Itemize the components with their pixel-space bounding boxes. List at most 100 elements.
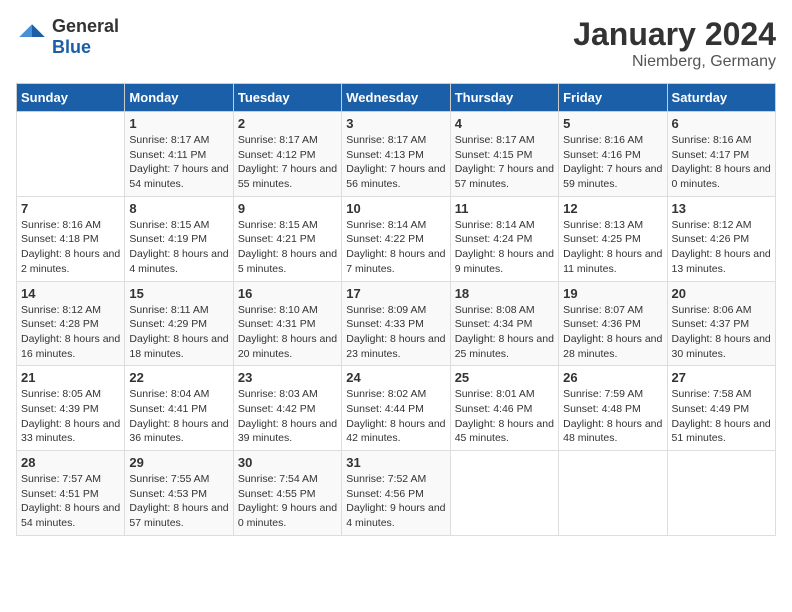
day-number: 22 — [129, 370, 228, 385]
calendar-cell: 11Sunrise: 8:14 AMSunset: 4:24 PMDayligh… — [450, 196, 558, 281]
calendar-cell: 22 Sunrise: 8:04 AMSunset: 4:41 PMDayligh… — [125, 366, 233, 451]
day-detail: Sunrise: 7:59 AMSunset: 4:48 PMDaylight:… — [563, 387, 662, 446]
day-header-monday: Monday — [125, 84, 233, 112]
day-detail: Sunrise: 8:15 AMSunset: 4:19 PMDaylight:… — [129, 218, 228, 277]
day-detail: Sunrise: 8:14 AMSunset: 4:24 PMDaylight:… — [455, 218, 554, 277]
day-number: 4 — [455, 116, 554, 131]
page-header: General Blue January 2024 Niemberg, Germ… — [16, 16, 776, 71]
calendar-cell: 18 Sunrise: 8:08 AMSunset: 4:34 PMDayligh… — [450, 281, 558, 366]
day-header-sunday: Sunday — [17, 84, 125, 112]
day-detail: Sunrise: 8:02 AMSunset: 4:44 PMDaylight:… — [346, 387, 445, 446]
calendar-cell — [450, 451, 558, 536]
day-detail: Sunrise: 7:52 AMSunset: 4:56 PMDaylight:… — [346, 472, 445, 531]
calendar-cell: 28 Sunrise: 7:57 AMSunset: 4:51 PMDayligh… — [17, 451, 125, 536]
day-detail: Sunrise: 8:12 AMSunset: 4:28 PMDaylight:… — [21, 303, 120, 362]
calendar-cell — [559, 451, 667, 536]
calendar-cell: 13Sunrise: 8:12 AMSunset: 4:26 PMDayligh… — [667, 196, 775, 281]
day-number: 24 — [346, 370, 445, 385]
calendar-cell: 31 Sunrise: 7:52 AMSunset: 4:56 PMDayligh… — [342, 451, 450, 536]
day-number: 16 — [238, 286, 337, 301]
day-number: 3 — [346, 116, 445, 131]
calendar-cell: 10Sunrise: 8:14 AMSunset: 4:22 PMDayligh… — [342, 196, 450, 281]
day-number: 18 — [455, 286, 554, 301]
day-detail: Sunrise: 8:16 AMSunset: 4:17 PMDaylight:… — [672, 133, 771, 192]
calendar-week-2: 7 Sunrise: 8:16 AMSunset: 4:18 PMDaylight… — [17, 196, 776, 281]
day-detail: Sunrise: 7:58 AMSunset: 4:49 PMDaylight:… — [672, 387, 771, 446]
calendar-cell: 24 Sunrise: 8:02 AMSunset: 4:44 PMDayligh… — [342, 366, 450, 451]
calendar-cell: 23Sunrise: 8:03 AMSunset: 4:42 PMDayligh… — [233, 366, 341, 451]
day-number: 19 — [563, 286, 662, 301]
calendar-cell: 21Sunrise: 8:05 AMSunset: 4:39 PMDayligh… — [17, 366, 125, 451]
day-detail: Sunrise: 8:09 AMSunset: 4:33 PMDaylight:… — [346, 303, 445, 362]
day-number: 6 — [672, 116, 771, 131]
day-header-tuesday: Tuesday — [233, 84, 341, 112]
day-number: 15 — [129, 286, 228, 301]
day-number: 9 — [238, 201, 337, 216]
calendar-cell: 27 Sunrise: 7:58 AMSunset: 4:49 PMDayligh… — [667, 366, 775, 451]
calendar-cell: 12 Sunrise: 8:13 AMSunset: 4:25 PMDayligh… — [559, 196, 667, 281]
day-detail: Sunrise: 8:12 AMSunset: 4:26 PMDaylight:… — [672, 218, 771, 277]
day-number: 21 — [21, 370, 120, 385]
day-detail: Sunrise: 8:17 AMSunset: 4:15 PMDaylight:… — [455, 133, 554, 192]
calendar-cell: 30 Sunrise: 7:54 AMSunset: 4:55 PMDayligh… — [233, 451, 341, 536]
calendar-table: SundayMondayTuesdayWednesdayThursdayFrid… — [16, 83, 776, 536]
day-detail: Sunrise: 8:06 AMSunset: 4:37 PMDaylight:… — [672, 303, 771, 362]
calendar-cell — [667, 451, 775, 536]
month-title: January 2024 — [573, 16, 776, 53]
calendar-cell: 4 Sunrise: 8:17 AMSunset: 4:15 PMDaylight… — [450, 112, 558, 197]
logo-icon — [16, 21, 48, 53]
day-detail: Sunrise: 8:17 AMSunset: 4:11 PMDaylight:… — [129, 133, 228, 192]
day-number: 27 — [672, 370, 771, 385]
day-detail: Sunrise: 8:10 AMSunset: 4:31 PMDaylight:… — [238, 303, 337, 362]
calendar-week-5: 28 Sunrise: 7:57 AMSunset: 4:51 PMDayligh… — [17, 451, 776, 536]
calendar-cell: 1 Sunrise: 8:17 AMSunset: 4:11 PMDaylight… — [125, 112, 233, 197]
day-number: 12 — [563, 201, 662, 216]
day-detail: Sunrise: 8:08 AMSunset: 4:34 PMDaylight:… — [455, 303, 554, 362]
day-header-friday: Friday — [559, 84, 667, 112]
day-number: 1 — [129, 116, 228, 131]
calendar-cell: 19 Sunrise: 8:07 AMSunset: 4:36 PMDayligh… — [559, 281, 667, 366]
day-detail: Sunrise: 8:15 AMSunset: 4:21 PMDaylight:… — [238, 218, 337, 277]
calendar-cell: 5 Sunrise: 8:16 AMSunset: 4:16 PMDaylight… — [559, 112, 667, 197]
title-block: January 2024 Niemberg, Germany — [573, 16, 776, 71]
calendar-cell: 26 Sunrise: 7:59 AMSunset: 4:48 PMDayligh… — [559, 366, 667, 451]
calendar-cell — [17, 112, 125, 197]
calendar-cell: 14Sunrise: 8:12 AMSunset: 4:28 PMDayligh… — [17, 281, 125, 366]
logo: General Blue — [16, 16, 119, 58]
day-detail: Sunrise: 8:16 AMSunset: 4:18 PMDaylight:… — [21, 218, 120, 277]
calendar-cell: 20 Sunrise: 8:06 AMSunset: 4:37 PMDayligh… — [667, 281, 775, 366]
calendar-week-3: 14Sunrise: 8:12 AMSunset: 4:28 PMDayligh… — [17, 281, 776, 366]
calendar-body: 1 Sunrise: 8:17 AMSunset: 4:11 PMDaylight… — [17, 112, 776, 536]
calendar-header-row: SundayMondayTuesdayWednesdayThursdayFrid… — [17, 84, 776, 112]
calendar-cell: 17 Sunrise: 8:09 AMSunset: 4:33 PMDayligh… — [342, 281, 450, 366]
calendar-cell: 15 Sunrise: 8:11 AMSunset: 4:29 PMDayligh… — [125, 281, 233, 366]
day-number: 28 — [21, 455, 120, 470]
day-number: 20 — [672, 286, 771, 301]
day-detail: Sunrise: 8:16 AMSunset: 4:16 PMDaylight:… — [563, 133, 662, 192]
calendar-cell: 29 Sunrise: 7:55 AMSunset: 4:53 PMDayligh… — [125, 451, 233, 536]
day-detail: Sunrise: 7:57 AMSunset: 4:51 PMDaylight:… — [21, 472, 120, 531]
calendar-cell: 9 Sunrise: 8:15 AMSunset: 4:21 PMDaylight… — [233, 196, 341, 281]
day-detail: Sunrise: 8:17 AMSunset: 4:12 PMDaylight:… — [238, 133, 337, 192]
day-number: 26 — [563, 370, 662, 385]
day-detail: Sunrise: 8:07 AMSunset: 4:36 PMDaylight:… — [563, 303, 662, 362]
day-number: 2 — [238, 116, 337, 131]
day-detail: Sunrise: 8:04 AMSunset: 4:41 PMDaylight:… — [129, 387, 228, 446]
calendar-cell: 2 Sunrise: 8:17 AMSunset: 4:12 PMDaylight… — [233, 112, 341, 197]
day-detail: Sunrise: 7:55 AMSunset: 4:53 PMDaylight:… — [129, 472, 228, 531]
day-number: 25 — [455, 370, 554, 385]
day-detail: Sunrise: 8:13 AMSunset: 4:25 PMDaylight:… — [563, 218, 662, 277]
day-detail: Sunrise: 7:54 AMSunset: 4:55 PMDaylight:… — [238, 472, 337, 531]
day-number: 30 — [238, 455, 337, 470]
day-detail: Sunrise: 8:01 AMSunset: 4:46 PMDaylight:… — [455, 387, 554, 446]
day-header-thursday: Thursday — [450, 84, 558, 112]
calendar-cell: 3Sunrise: 8:17 AMSunset: 4:13 PMDaylight… — [342, 112, 450, 197]
day-number: 7 — [21, 201, 120, 216]
day-number: 5 — [563, 116, 662, 131]
day-number: 17 — [346, 286, 445, 301]
day-detail: Sunrise: 8:14 AMSunset: 4:22 PMDaylight:… — [346, 218, 445, 277]
day-number: 29 — [129, 455, 228, 470]
day-detail: Sunrise: 8:11 AMSunset: 4:29 PMDaylight:… — [129, 303, 228, 362]
day-number: 23 — [238, 370, 337, 385]
day-number: 31 — [346, 455, 445, 470]
